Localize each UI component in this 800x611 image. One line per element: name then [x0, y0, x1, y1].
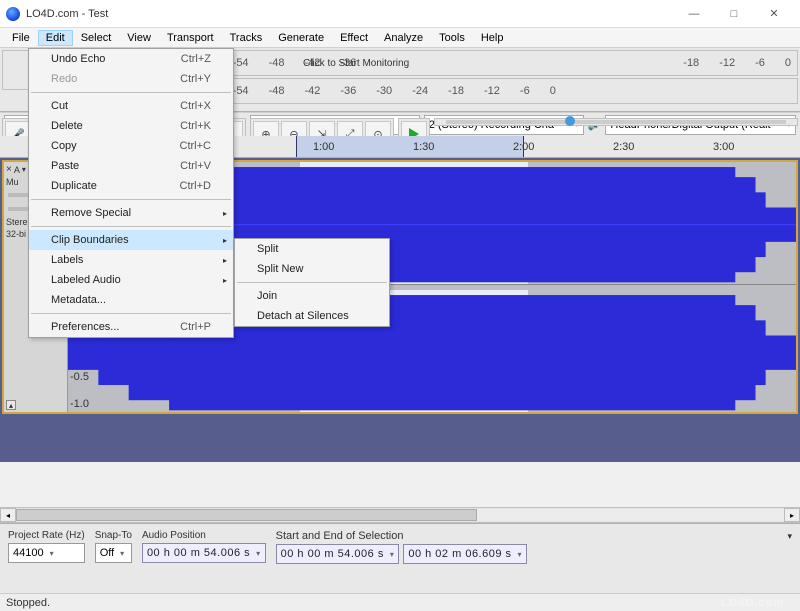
menu-paste[interactable]: PasteCtrl+V: [29, 156, 233, 176]
submenu-split-new[interactable]: Split New: [235, 259, 389, 279]
menu-generate[interactable]: Generate: [270, 30, 332, 46]
playback-meter[interactable]: 🔊 LR -54 -48 -42 -36 -30 -24 -18 -12 -6 …: [162, 78, 798, 104]
clip-boundaries-submenu: Split Split New Join Detach at Silences: [234, 238, 390, 327]
submenu-split[interactable]: Split: [235, 239, 389, 259]
menu-cut[interactable]: CutCtrl+X: [29, 96, 233, 116]
window-controls: — □ ✕: [674, 1, 794, 27]
meters-area: 🎤 LR -54 -48 -42 -36 Click to Start Moni…: [162, 50, 798, 104]
close-button[interactable]: ✕: [754, 1, 794, 27]
submenu-detach-silences[interactable]: Detach at Silences: [235, 306, 389, 326]
snap-to-select[interactable]: Off▾: [95, 543, 132, 563]
audio-position-label: Audio Position: [142, 530, 266, 541]
selection-end-field[interactable]: 00 h 02 m 06.609 s▾: [403, 544, 527, 564]
menu-labels[interactable]: Labels▸: [29, 250, 233, 270]
menu-help[interactable]: Help: [473, 30, 512, 46]
maximize-button[interactable]: □: [714, 1, 754, 27]
menu-clip-boundaries[interactable]: Clip Boundaries▸: [29, 230, 233, 250]
titlebar: LO4D.com - Test — □ ✕: [0, 0, 800, 28]
menu-preferences[interactable]: Preferences...Ctrl+P: [29, 317, 233, 337]
menu-duplicate[interactable]: DuplicateCtrl+D: [29, 176, 233, 196]
selection-start-field[interactable]: 00 h 00 m 54.006 s▾: [276, 544, 400, 564]
menu-view[interactable]: View: [119, 30, 159, 46]
window-title: LO4D.com - Test: [26, 8, 108, 20]
menu-metadata[interactable]: Metadata...: [29, 290, 233, 310]
recording-meter[interactable]: 🎤 LR -54 -48 -42 -36 Click to Start Moni…: [162, 50, 798, 76]
project-rate-select[interactable]: 44100▾: [8, 543, 85, 563]
menu-select[interactable]: Select: [73, 30, 120, 46]
menu-effect[interactable]: Effect: [332, 30, 376, 46]
selection-toolbar: Project Rate (Hz) 44100▾ Snap-To Off▾ Au…: [0, 523, 800, 593]
track-close-icon[interactable]: ×: [6, 164, 12, 175]
submenu-arrow-icon: ▸: [223, 276, 227, 285]
snap-to-label: Snap-To: [95, 530, 132, 541]
status-bar: Stopped. LO4D.com: [0, 593, 800, 611]
scrub-handle[interactable]: [565, 116, 575, 126]
scroll-left-icon[interactable]: ◂: [0, 508, 16, 522]
menu-redo[interactable]: RedoCtrl+Y: [29, 69, 233, 89]
menu-tracks[interactable]: Tracks: [222, 30, 271, 46]
menu-remove-special[interactable]: Remove Special▸: [29, 203, 233, 223]
edit-menu-dropdown: Undo EchoCtrl+Z RedoCtrl+Y CutCtrl+X Del…: [28, 48, 234, 338]
app-icon: [6, 7, 20, 21]
menu-tools[interactable]: Tools: [431, 30, 473, 46]
audio-position-field[interactable]: 00 h 00 m 54.006 s▾: [142, 543, 266, 563]
menu-undo[interactable]: Undo EchoCtrl+Z: [29, 49, 233, 69]
menu-edit[interactable]: Edit: [38, 30, 73, 46]
scroll-right-icon[interactable]: ▸: [784, 508, 800, 522]
submenu-join[interactable]: Join: [235, 286, 389, 306]
track-collapse-icon[interactable]: ▴: [6, 400, 16, 410]
menu-transport[interactable]: Transport: [159, 30, 222, 46]
menubar: File Edit Select View Transport Tracks G…: [0, 28, 800, 48]
selection-range-label[interactable]: Start and End of Selection▾: [276, 530, 792, 542]
menu-copy[interactable]: CopyCtrl+C: [29, 136, 233, 156]
track-menu-icon[interactable]: ▾: [22, 165, 26, 174]
horizontal-scrollbar[interactable]: ◂ ▸: [0, 507, 800, 523]
submenu-arrow-icon: ▸: [223, 236, 227, 245]
watermark: LO4D.com: [721, 597, 794, 609]
track-name[interactable]: A: [14, 165, 20, 175]
status-text: Stopped.: [6, 597, 50, 609]
menu-delete[interactable]: DeleteCtrl+K: [29, 116, 233, 136]
project-rate-label: Project Rate (Hz): [8, 530, 85, 541]
play-meter-scale: -54 -48 -42 -36 -30 -24 -18 -12 -6 0: [233, 85, 556, 97]
submenu-arrow-icon: ▸: [223, 256, 227, 265]
scroll-thumb[interactable]: [16, 509, 477, 521]
menu-labeled-audio[interactable]: Labeled Audio▸: [29, 270, 233, 290]
menu-file[interactable]: File: [4, 30, 38, 46]
submenu-arrow-icon: ▸: [223, 209, 227, 218]
scrub-toolbar: [434, 118, 798, 126]
menu-analyze[interactable]: Analyze: [376, 30, 431, 46]
minimize-button[interactable]: —: [674, 1, 714, 27]
click-to-monitor-text[interactable]: Click to Start Monitoring: [303, 58, 409, 69]
